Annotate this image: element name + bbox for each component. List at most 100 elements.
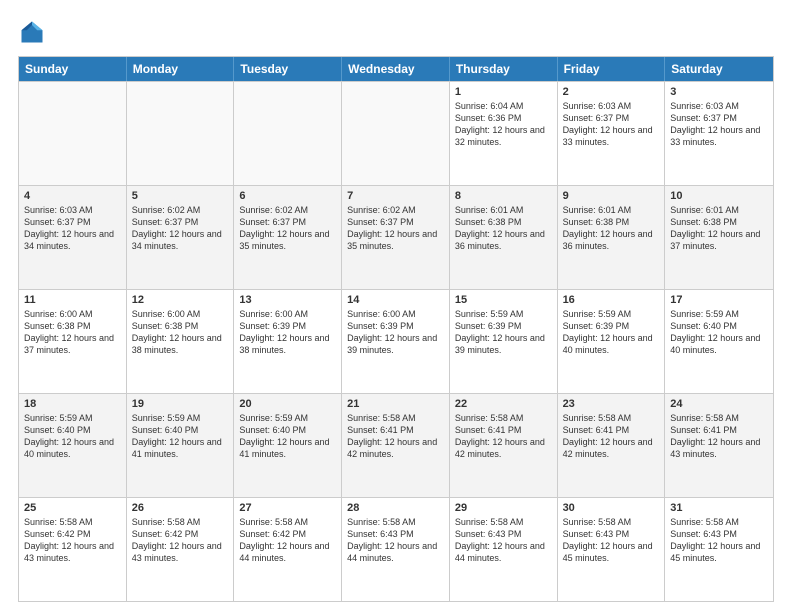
cell-info: Sunrise: 6:02 AMSunset: 6:37 PMDaylight:… [347, 204, 444, 253]
day-number: 30 [563, 502, 660, 514]
cell-info: Sunrise: 6:01 AMSunset: 6:38 PMDaylight:… [670, 204, 768, 253]
cell-info: Sunrise: 5:59 AMSunset: 6:40 PMDaylight:… [670, 308, 768, 357]
day-number: 22 [455, 398, 552, 410]
calendar-row-4: 18 Sunrise: 5:59 AMSunset: 6:40 PMDayligh… [19, 393, 773, 497]
cell-info: Sunrise: 6:03 AMSunset: 6:37 PMDaylight:… [24, 204, 121, 253]
header-day-thursday: Thursday [450, 57, 558, 81]
day-number: 4 [24, 190, 121, 202]
calendar-cell: 9 Sunrise: 6:01 AMSunset: 6:38 PMDaylight… [558, 186, 666, 289]
day-number: 29 [455, 502, 552, 514]
calendar-body: 1 Sunrise: 6:04 AMSunset: 6:36 PMDaylight… [19, 81, 773, 601]
header-day-wednesday: Wednesday [342, 57, 450, 81]
day-number: 17 [670, 294, 768, 306]
day-number: 13 [239, 294, 336, 306]
page: SundayMondayTuesdayWednesdayThursdayFrid… [0, 0, 792, 612]
cell-info: Sunrise: 6:00 AMSunset: 6:39 PMDaylight:… [347, 308, 444, 357]
cell-info: Sunrise: 6:00 AMSunset: 6:38 PMDaylight:… [24, 308, 121, 357]
day-number: 7 [347, 190, 444, 202]
calendar-cell: 12 Sunrise: 6:00 AMSunset: 6:38 PMDayligh… [127, 290, 235, 393]
calendar-cell: 13 Sunrise: 6:00 AMSunset: 6:39 PMDayligh… [234, 290, 342, 393]
calendar-cell: 4 Sunrise: 6:03 AMSunset: 6:37 PMDaylight… [19, 186, 127, 289]
cell-info: Sunrise: 5:58 AMSunset: 6:42 PMDaylight:… [24, 516, 121, 565]
day-number: 3 [670, 86, 768, 98]
calendar-cell: 8 Sunrise: 6:01 AMSunset: 6:38 PMDaylight… [450, 186, 558, 289]
cell-info: Sunrise: 6:03 AMSunset: 6:37 PMDaylight:… [563, 100, 660, 149]
calendar-row-2: 4 Sunrise: 6:03 AMSunset: 6:37 PMDaylight… [19, 185, 773, 289]
calendar-cell: 27Sunrise: 5:58 AMSunset: 6:42 PMDayligh… [234, 498, 342, 601]
calendar-cell: 5 Sunrise: 6:02 AMSunset: 6:37 PMDaylight… [127, 186, 235, 289]
day-number: 21 [347, 398, 444, 410]
cell-info: Sunrise: 6:02 AMSunset: 6:37 PMDaylight:… [239, 204, 336, 253]
calendar-cell: 16Sunrise: 5:59 AMSunset: 6:39 PMDayligh… [558, 290, 666, 393]
calendar-cell: 1 Sunrise: 6:04 AMSunset: 6:36 PMDaylight… [450, 82, 558, 185]
calendar-row-1: 1 Sunrise: 6:04 AMSunset: 6:36 PMDaylight… [19, 81, 773, 185]
cell-info: Sunrise: 5:58 AMSunset: 6:43 PMDaylight:… [670, 516, 768, 565]
day-number: 18 [24, 398, 121, 410]
calendar-cell [19, 82, 127, 185]
day-number: 20 [239, 398, 336, 410]
header-day-sunday: Sunday [19, 57, 127, 81]
day-number: 25 [24, 502, 121, 514]
cell-info: Sunrise: 5:58 AMSunset: 6:43 PMDaylight:… [563, 516, 660, 565]
calendar-cell: 30 Sunrise: 5:58 AMSunset: 6:43 PMDayligh… [558, 498, 666, 601]
cell-info: Sunrise: 6:01 AMSunset: 6:38 PMDaylight:… [455, 204, 552, 253]
calendar-cell: 14 Sunrise: 6:00 AMSunset: 6:39 PMDayligh… [342, 290, 450, 393]
cell-info: Sunrise: 5:59 AMSunset: 6:39 PMDaylight:… [455, 308, 552, 357]
calendar-cell [342, 82, 450, 185]
cell-info: Sunrise: 5:58 AMSunset: 6:43 PMDaylight:… [347, 516, 444, 565]
day-number: 23 [563, 398, 660, 410]
calendar-cell: 19Sunrise: 5:59 AMSunset: 6:40 PMDayligh… [127, 394, 235, 497]
cell-info: Sunrise: 6:04 AMSunset: 6:36 PMDaylight:… [455, 100, 552, 149]
day-number: 12 [132, 294, 229, 306]
calendar-cell: 24Sunrise: 5:58 AMSunset: 6:41 PMDayligh… [665, 394, 773, 497]
calendar-header: SundayMondayTuesdayWednesdayThursdayFrid… [19, 57, 773, 81]
calendar-cell: 29 Sunrise: 5:58 AMSunset: 6:43 PMDayligh… [450, 498, 558, 601]
day-number: 1 [455, 86, 552, 98]
cell-info: Sunrise: 6:00 AMSunset: 6:38 PMDaylight:… [132, 308, 229, 357]
cell-info: Sunrise: 5:59 AMSunset: 6:40 PMDaylight:… [24, 412, 121, 461]
calendar-cell: 26 Sunrise: 5:58 AMSunset: 6:42 PMDayligh… [127, 498, 235, 601]
cell-info: Sunrise: 6:00 AMSunset: 6:39 PMDaylight:… [239, 308, 336, 357]
day-number: 11 [24, 294, 121, 306]
cell-info: Sunrise: 6:01 AMSunset: 6:38 PMDaylight:… [563, 204, 660, 253]
header-day-tuesday: Tuesday [234, 57, 342, 81]
header-day-friday: Friday [558, 57, 666, 81]
calendar-cell: 6 Sunrise: 6:02 AMSunset: 6:37 PMDaylight… [234, 186, 342, 289]
header-day-monday: Monday [127, 57, 235, 81]
cell-info: Sunrise: 5:58 AMSunset: 6:42 PMDaylight:… [132, 516, 229, 565]
calendar-cell: 7 Sunrise: 6:02 AMSunset: 6:37 PMDaylight… [342, 186, 450, 289]
calendar-cell [234, 82, 342, 185]
cell-info: Sunrise: 5:58 AMSunset: 6:43 PMDaylight:… [455, 516, 552, 565]
calendar-cell: 18 Sunrise: 5:59 AMSunset: 6:40 PMDayligh… [19, 394, 127, 497]
calendar-cell: 20Sunrise: 5:59 AMSunset: 6:40 PMDayligh… [234, 394, 342, 497]
day-number: 14 [347, 294, 444, 306]
cell-info: Sunrise: 6:03 AMSunset: 6:37 PMDaylight:… [670, 100, 768, 149]
day-number: 10 [670, 190, 768, 202]
calendar-cell [127, 82, 235, 185]
logo-icon [18, 18, 46, 46]
day-number: 24 [670, 398, 768, 410]
cell-info: Sunrise: 5:58 AMSunset: 6:41 PMDaylight:… [455, 412, 552, 461]
day-number: 16 [563, 294, 660, 306]
cell-info: Sunrise: 5:58 AMSunset: 6:42 PMDaylight:… [239, 516, 336, 565]
day-number: 5 [132, 190, 229, 202]
day-number: 31 [670, 502, 768, 514]
day-number: 15 [455, 294, 552, 306]
logo [18, 18, 50, 46]
calendar-cell: 2Sunrise: 6:03 AMSunset: 6:37 PMDaylight… [558, 82, 666, 185]
day-number: 8 [455, 190, 552, 202]
day-number: 26 [132, 502, 229, 514]
calendar-cell: 17 Sunrise: 5:59 AMSunset: 6:40 PMDayligh… [665, 290, 773, 393]
day-number: 9 [563, 190, 660, 202]
day-number: 6 [239, 190, 336, 202]
calendar-cell: 31 Sunrise: 5:58 AMSunset: 6:43 PMDayligh… [665, 498, 773, 601]
calendar-row-3: 11 Sunrise: 6:00 AMSunset: 6:38 PMDayligh… [19, 289, 773, 393]
calendar-row-5: 25 Sunrise: 5:58 AMSunset: 6:42 PMDayligh… [19, 497, 773, 601]
cell-info: Sunrise: 6:02 AMSunset: 6:37 PMDaylight:… [132, 204, 229, 253]
header [18, 18, 774, 46]
calendar: SundayMondayTuesdayWednesdayThursdayFrid… [18, 56, 774, 602]
cell-info: Sunrise: 5:59 AMSunset: 6:40 PMDaylight:… [132, 412, 229, 461]
calendar-cell: 23Sunrise: 5:58 AMSunset: 6:41 PMDayligh… [558, 394, 666, 497]
day-number: 28 [347, 502, 444, 514]
calendar-cell: 15 Sunrise: 5:59 AMSunset: 6:39 PMDayligh… [450, 290, 558, 393]
